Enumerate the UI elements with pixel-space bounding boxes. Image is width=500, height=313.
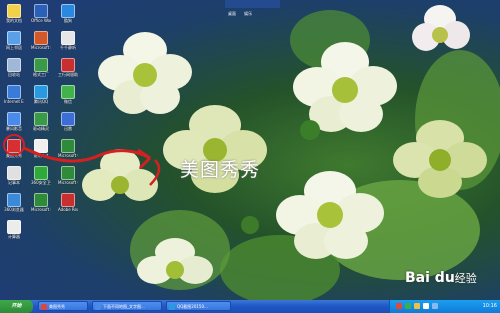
- top-tab-desktop[interactable]: 桌面: [228, 11, 236, 16]
- system-tray: 10:16: [389, 300, 500, 313]
- qq-icon: [169, 304, 175, 310]
- browser-icon: [95, 304, 101, 310]
- top-tab-entertainment[interactable]: 娱乐: [244, 11, 252, 16]
- volume-icon[interactable]: [423, 303, 429, 309]
- clock[interactable]: 10:16: [483, 300, 497, 313]
- tray-icon[interactable]: [414, 303, 420, 309]
- tray-icon[interactable]: [405, 303, 411, 309]
- task-label: 下面不同地图_文字图...: [103, 304, 145, 309]
- task-button[interactable]: QQ截图20150...: [166, 301, 231, 311]
- task-label: QQ截图20150...: [177, 304, 208, 309]
- watermark-brand: Bai du: [405, 270, 455, 286]
- task-button[interactable]: 美图秀秀: [38, 301, 88, 311]
- task-button[interactable]: 下面不同地图_文字图...: [92, 301, 162, 311]
- watermark-suffix: 经验: [454, 272, 477, 285]
- top-tab-strip[interactable]: 桌面 娱乐: [225, 0, 280, 16]
- meitu-icon: [41, 304, 47, 310]
- tray-icon[interactable]: [396, 303, 402, 309]
- baidu-watermark: Bai du经验: [405, 270, 477, 286]
- task-label: 美图秀秀: [49, 304, 65, 309]
- network-icon[interactable]: [432, 303, 438, 309]
- start-button[interactable]: 开始: [0, 300, 33, 313]
- taskbar: 开始 美图秀秀 下面不同地图_文字图... QQ截图20150... 10:16: [0, 300, 500, 313]
- overlay-title: 美图秀秀: [180, 159, 261, 181]
